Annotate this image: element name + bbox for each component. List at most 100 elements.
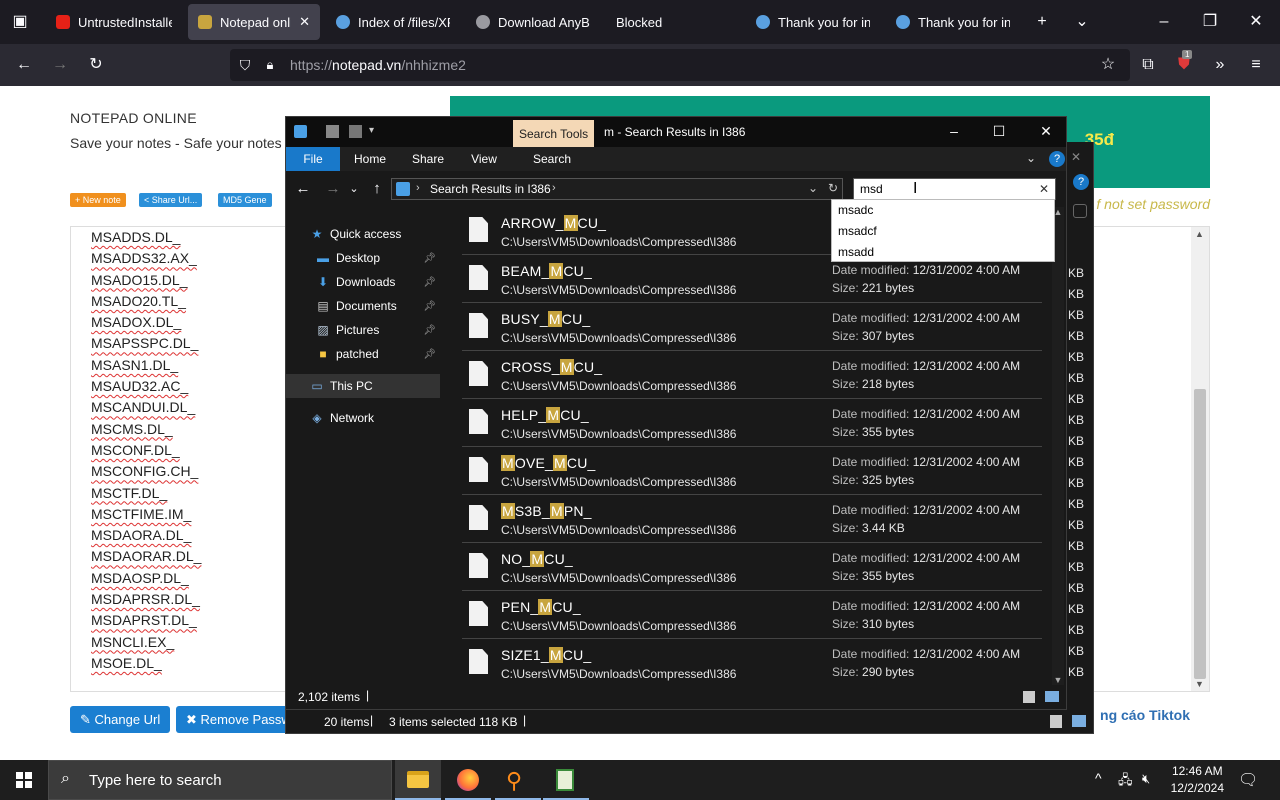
chevron-down-icon[interactable]: ⌄ xyxy=(1072,12,1092,32)
file-row[interactable]: SIZE1_MCU_ C:\Users\VM5\Downloads\Compres… xyxy=(462,639,1042,685)
notifications-icon[interactable]: 🗨︎ xyxy=(1238,770,1258,790)
bookmark-star-icon[interactable]: ☆ xyxy=(1098,55,1118,75)
download-arrow-icon: ⬇ xyxy=(317,275,329,289)
file-row[interactable]: CROSS_MCU_ C:\Users\VM5\Downloads\Compres… xyxy=(462,351,1042,399)
ribbon-expand-icon[interactable]: ⌄ xyxy=(1026,151,1036,165)
date-value: 12/31/2002 4:00 AM xyxy=(912,647,1021,661)
search-suggestion[interactable]: msadd xyxy=(832,242,1054,263)
browser-tab[interactable]: Thank you for inst xyxy=(886,4,1020,40)
browser-tab[interactable]: Download AnyBu xyxy=(466,4,600,40)
system-clock[interactable]: 12:46 AM 12/2/2024 xyxy=(1171,763,1224,797)
nav-item-desktop[interactable]: ▬ Desktop 📌︎ xyxy=(286,246,440,270)
start-button[interactable] xyxy=(0,760,48,800)
browser-tab[interactable]: Thank you for inst xyxy=(746,4,880,40)
ribbon-tab-file[interactable]: File xyxy=(286,147,340,171)
size-label: Size: xyxy=(832,521,859,535)
note-scrollbar[interactable]: ▲ ▼ xyxy=(1191,227,1209,691)
close-icon[interactable]: ✕ xyxy=(1246,12,1266,32)
minimize-icon[interactable]: – xyxy=(1154,12,1174,32)
ad-link[interactable]: ng cáo Tiktok xyxy=(1100,707,1190,723)
large-icons-view-icon[interactable] xyxy=(1045,691,1059,702)
explorer-minimize-icon[interactable]: – xyxy=(944,123,964,139)
results-scrollbar[interactable]: ▲ ▼ xyxy=(1052,207,1064,685)
show-hidden-icons[interactable]: ^ xyxy=(1095,770,1102,786)
search-suggestion[interactable]: msadcf xyxy=(832,221,1054,242)
explorer-forward-icon[interactable]: → xyxy=(324,179,342,199)
menu-icon[interactable]: ≡ xyxy=(1246,55,1266,75)
taskbar-firefox[interactable] xyxy=(445,760,491,800)
help-icon[interactable]: ? xyxy=(1049,151,1065,167)
browser-tab[interactable]: Blocked xyxy=(606,4,740,40)
reload-icon[interactable]: ↻ xyxy=(86,55,106,75)
new-folder-icon[interactable] xyxy=(349,125,362,138)
ribbon-tab-home[interactable]: Home xyxy=(344,147,396,171)
ribbon-tab-view[interactable]: View xyxy=(454,147,514,171)
overflow-chevrons-icon[interactable]: » xyxy=(1210,55,1230,75)
file-row[interactable]: MS3B_MPN_ C:\Users\VM5\Downloads\Compress… xyxy=(462,495,1042,543)
tab-close-icon[interactable]: ✕ xyxy=(299,14,310,30)
refresh-icon[interactable]: ↻ xyxy=(828,181,838,195)
browser-tab[interactable]: UntrustedInstaller xyxy=(46,4,182,40)
explorer-maximize-icon[interactable]: ☐ xyxy=(989,123,1009,140)
customize-toolbar-icon[interactable]: ▾ xyxy=(369,125,382,138)
browser-tab[interactable]: Index of /files/XP xyxy=(326,4,460,40)
taskbar-search-box[interactable]: ⌕ Type here to search xyxy=(48,760,392,800)
details-view-icon[interactable] xyxy=(1050,715,1062,728)
url-text[interactable]: https://notepad.vn/nhhizme2 xyxy=(290,57,466,73)
taskbar-file-explorer[interactable] xyxy=(395,760,441,800)
network-status-icon[interactable]: 🖧︎ xyxy=(1118,771,1133,793)
address-bar[interactable]: › Search Results in I386 › ⌄ ↻ xyxy=(391,178,843,200)
up-folder-icon[interactable]: ↑ xyxy=(368,179,386,199)
note-action-pill[interactable]: MD5 Gene xyxy=(218,193,272,207)
ribbon-tab-share[interactable]: Share xyxy=(402,147,454,171)
search-suggestion[interactable]: msadc xyxy=(832,200,1054,221)
file-size: Size: 355 bytes xyxy=(832,425,914,439)
note-action-pill[interactable]: + New note xyxy=(70,193,126,207)
nav-item-patched[interactable]: ■ patched 📌︎ xyxy=(286,342,440,366)
new-tab-icon[interactable]: + xyxy=(1032,12,1052,32)
extensions-icon[interactable]: ⧉ xyxy=(1138,55,1158,75)
nav-item-pictures[interactable]: ▨ Pictures 📌︎ xyxy=(286,318,440,342)
back-icon[interactable]: ← xyxy=(14,55,34,75)
details-view-icon[interactable] xyxy=(1023,691,1035,703)
search-match-highlight: M xyxy=(538,599,553,615)
file-row[interactable]: PEN_MCU_ C:\Users\VM5\Downloads\Compresse… xyxy=(462,591,1042,639)
file-path: C:\Users\VM5\Downloads\Compressed\I386 xyxy=(501,523,737,537)
change-url-button[interactable]: ✎ Change Url xyxy=(70,706,171,733)
nav-item-this-pc[interactable]: ▭ This PC xyxy=(286,374,440,398)
background-size-cell: KB xyxy=(1068,392,1085,406)
large-icons-view-icon[interactable] xyxy=(1072,715,1086,727)
taskbar-search-app[interactable]: ⚲ xyxy=(495,760,541,800)
nav-item-downloads[interactable]: ⬇ Downloads 📌︎ xyxy=(286,270,440,294)
scroll-thumb[interactable] xyxy=(1194,389,1206,679)
forward-icon[interactable]: → xyxy=(50,55,70,75)
note-action-pill[interactable]: < Share Url... xyxy=(139,193,203,207)
url-bar[interactable]: ⛉ 🔒︎ https://notepad.vn/nhhizme2 ☆ xyxy=(230,49,1130,81)
address-dropdown-icon[interactable]: ⌄ xyxy=(808,181,818,195)
volume-muted-icon[interactable]: 🔇︎ xyxy=(1142,771,1150,787)
site-title: NOTEPAD ONLINE xyxy=(70,110,197,126)
nav-item-quick-access[interactable]: ★ Quick access xyxy=(286,222,440,246)
taskbar-notepad[interactable] xyxy=(543,760,589,800)
search-tools-context-tab[interactable]: Search Tools xyxy=(513,120,595,147)
file-row[interactable]: MOVE_MCU_ C:\Users\VM5\Downloads\Compress… xyxy=(462,447,1042,495)
file-row[interactable]: NO_MCU_ C:\Users\VM5\Downloads\Compressed… xyxy=(462,543,1042,591)
ribbon-tab-search[interactable]: Search xyxy=(514,147,590,171)
taskbar-search-placeholder: Type here to search xyxy=(89,772,222,789)
restore-icon[interactable]: ❐ xyxy=(1200,12,1220,32)
browser-tab[interactable]: Notepad online ✕ xyxy=(188,4,320,40)
file-row[interactable]: BUSY_MCU_ C:\Users\VM5\Downloads\Compress… xyxy=(462,303,1042,351)
shield-icon[interactable]: ⛉ xyxy=(236,55,254,75)
nav-item-network[interactable]: ◈ Network xyxy=(286,406,440,430)
explorer-back-icon[interactable]: ← xyxy=(294,179,312,199)
file-row[interactable]: HELP_MCU_ C:\Users\VM5\Downloads\Compress… xyxy=(462,399,1042,447)
clear-search-icon[interactable]: ✕ xyxy=(1039,182,1049,196)
tab-list-icon[interactable]: ▣ xyxy=(10,12,30,32)
nav-item-documents[interactable]: ▤ Documents 📌︎ xyxy=(286,294,440,318)
address-path[interactable]: Search Results in I386 xyxy=(430,182,551,196)
properties-icon[interactable] xyxy=(326,125,339,138)
explorer-close-icon[interactable]: ✕ xyxy=(1036,123,1056,140)
file-name-part: CROSS_ xyxy=(501,359,560,375)
search-input[interactable]: msd ✕ xyxy=(853,178,1056,200)
recent-locations-icon[interactable]: ⌄ xyxy=(348,179,360,199)
